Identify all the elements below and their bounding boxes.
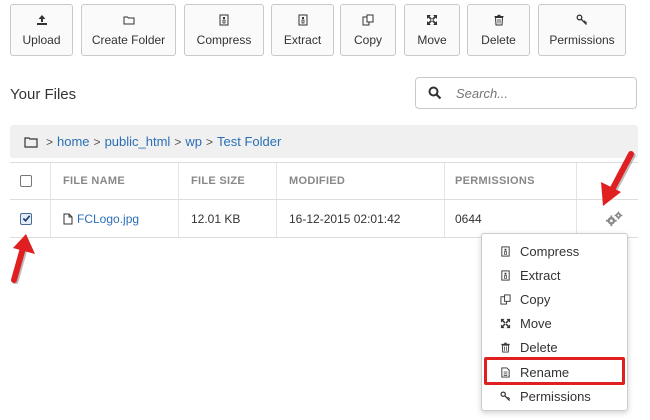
breadcrumb-item-public-html[interactable]: public_html [105, 134, 171, 149]
extract-button[interactable]: Extract [271, 4, 334, 56]
folder-icon [122, 13, 136, 27]
gear-icon[interactable] [605, 211, 623, 227]
breadcrumb-separator: > [174, 134, 182, 149]
permissions-cell: 0644 [444, 200, 576, 237]
key-icon [498, 389, 512, 403]
copy-icon [498, 292, 512, 306]
menu-item-delete[interactable]: Delete [482, 335, 627, 359]
compress-icon [498, 244, 512, 258]
compress-button[interactable]: Compress [184, 4, 264, 56]
delete-button[interactable]: Delete [467, 4, 530, 56]
move-icon [425, 13, 439, 27]
context-menu: Compress Extract Copy Move Delete Rename… [481, 233, 628, 411]
search-input[interactable] [454, 84, 608, 102]
menu-item-rename[interactable]: Rename [482, 360, 627, 384]
file-icon [498, 365, 512, 379]
breadcrumb-item-wp[interactable]: wp [185, 134, 202, 149]
file-icon [63, 213, 73, 225]
page-title: Your Files [10, 86, 77, 103]
folder-icon [24, 136, 38, 148]
permissions-button[interactable]: Permissions [538, 4, 626, 56]
checkmark-icon [22, 215, 30, 222]
move-button[interactable]: Move [404, 4, 460, 56]
extract-icon [498, 268, 512, 282]
annotation-arrow-checkbox [11, 234, 35, 284]
search-icon [428, 86, 442, 100]
trash-icon [492, 13, 506, 27]
move-icon [498, 316, 512, 330]
file-name-link[interactable]: FCLogo.jpg [77, 212, 139, 226]
breadcrumb-separator: > [205, 134, 213, 149]
file-table: FILE NAME FILE SIZE MODIFIED PERMISSIONS… [10, 162, 638, 238]
key-icon [575, 13, 589, 27]
breadcrumb-item-home[interactable]: home [57, 134, 90, 149]
file-size-cell: 12.01 KB [178, 200, 276, 237]
breadcrumb-separator: > [93, 134, 101, 149]
column-header-permissions[interactable]: PERMISSIONS [455, 175, 535, 187]
column-header-file-size[interactable]: FILE SIZE [191, 175, 245, 187]
select-all-checkbox[interactable] [20, 175, 32, 187]
copy-button[interactable]: Copy [340, 4, 396, 56]
trash-icon [498, 340, 512, 354]
create-folder-button[interactable]: Create Folder [81, 4, 176, 56]
menu-item-move[interactable]: Move [482, 311, 627, 335]
column-header-file-name[interactable]: FILE NAME [63, 175, 125, 187]
table-header: FILE NAME FILE SIZE MODIFIED PERMISSIONS [10, 162, 638, 200]
breadcrumb-item-test-folder[interactable]: Test Folder [217, 134, 281, 149]
search-box[interactable] [415, 77, 637, 109]
menu-item-copy[interactable]: Copy [482, 287, 627, 311]
copy-icon [361, 13, 375, 27]
breadcrumb-separator: > [46, 134, 54, 149]
upload-icon [35, 13, 49, 27]
menu-item-compress[interactable]: Compress [482, 239, 627, 263]
upload-button[interactable]: Upload [10, 4, 73, 56]
compress-icon [217, 13, 231, 27]
row-checkbox[interactable] [20, 212, 32, 225]
menu-item-permissions[interactable]: Permissions [482, 384, 627, 408]
breadcrumb: > home > public_html > wp > Test Folder [10, 125, 638, 158]
column-header-modified[interactable]: MODIFIED [289, 175, 345, 187]
extract-icon [296, 13, 310, 27]
modified-cell: 16-12-2015 02:01:42 [276, 200, 444, 237]
menu-item-extract[interactable]: Extract [482, 263, 627, 287]
